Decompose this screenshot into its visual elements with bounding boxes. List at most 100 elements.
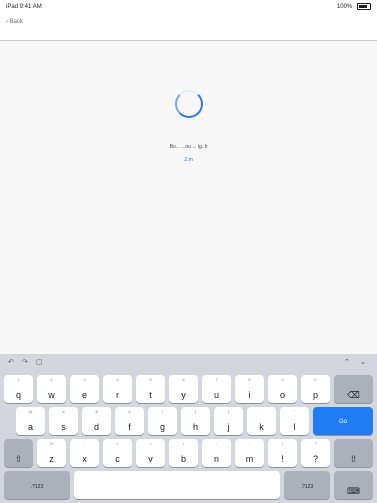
back-button[interactable]: ‹ Back [6,19,23,25]
ipad-screen: iPad 9:41 AM 100% ‹ Back Bu... ...ou ...… [0,0,377,503]
key-hint: = [149,441,152,446]
shift-icon: ⇧ [14,454,23,464]
key-k[interactable]: ' k [247,407,276,435]
key-c[interactable]: + c [103,439,132,467]
key-hint: 4 [116,377,119,382]
key-label: i [248,390,251,400]
key-hint: 9 [281,377,284,382]
key-hint: ? [314,441,317,446]
key-v[interactable]: = v [136,439,165,467]
key-label: f [128,422,131,432]
key-hint: ; [215,441,218,446]
key-p[interactable]: 0 p [301,375,330,403]
key-question[interactable]: ? ? [301,439,330,467]
action-link[interactable]: Z.m [0,157,377,163]
key-hint: & [128,409,131,414]
key-label: n [213,454,219,464]
go-key[interactable]: Go [313,407,373,435]
status-bar: iPad 9:41 AM 100% [0,0,377,14]
shift-icon: ⇧ [349,454,358,464]
key-label: r [116,390,119,400]
key-t[interactable]: 5 t [136,375,165,403]
numbers-label: .?123 [30,484,44,490]
paste-icon[interactable]: ▢ [36,359,43,367]
key-q[interactable]: 1 q [4,375,33,403]
key-f[interactable]: & f [115,407,144,435]
key-e[interactable]: 3 e [70,375,99,403]
key-label: s [61,422,66,432]
numbers-key-right[interactable]: .?123 [284,471,330,499]
delete-key[interactable]: ⌫ [334,375,373,403]
key-label: k [259,422,264,432]
key-hint: " [293,409,296,414]
key-hint: # [62,409,65,414]
key-y[interactable]: 6 y [169,375,198,403]
key-hint: : [248,441,251,446]
key-label: a [27,422,33,432]
key-label: x [82,454,87,464]
navigation-bar: ‹ Back [0,14,377,41]
key-exclamation[interactable]: ! ! [268,439,297,467]
key-label: o [279,390,285,400]
key-hint: 8 [248,377,251,382]
key-hint: 7 [215,377,218,382]
redo-icon[interactable]: ↷ [22,359,28,367]
key-x[interactable]: - x [70,439,99,467]
space-bar[interactable] [74,471,280,499]
key-h[interactable]: ( h [181,407,210,435]
key-hint: ( [194,409,197,414]
key-hint: / [182,441,185,446]
key-label: g [159,422,165,432]
key-g[interactable]: * g [148,407,177,435]
key-hint: ) [227,409,230,414]
key-hint: 1 [17,377,20,382]
key-j[interactable]: ) j [214,407,243,435]
battery-icon [357,2,371,10]
key-label: y [181,390,186,400]
undo-icon[interactable]: ↶ [8,359,14,367]
key-l[interactable]: " l [280,407,309,435]
key-label: e [81,390,87,400]
keyboard-dismiss-icon: ⌨ [347,486,360,496]
key-b[interactable]: / b [169,439,198,467]
battery-percent: 100% [336,4,353,10]
key-hint: 0 [314,377,317,382]
key-i[interactable]: 8 i [235,375,264,403]
key-s[interactable]: # s [49,407,78,435]
key-hint: 3 [83,377,86,382]
key-label: z [49,454,54,464]
key-m[interactable]: : m [235,439,264,467]
key-n[interactable]: ; n [202,439,231,467]
numbers-key-left[interactable]: .?123 [4,471,70,499]
key-o[interactable]: 9 o [268,375,297,403]
key-hint: ! [281,441,284,446]
key-label: j [227,422,230,432]
key-hint: 5 [149,377,152,382]
key-label: m [245,454,254,464]
key-r[interactable]: 4 r [103,375,132,403]
loading-spinner-icon [175,90,203,118]
chevron-down-icon[interactable]: ⌄ [360,359,366,367]
key-label: d [93,422,99,432]
key-label: w [48,390,55,400]
key-hint: $ [95,409,98,414]
dismiss-keyboard-key[interactable]: ⌨ [334,471,373,499]
key-label: u [213,390,219,400]
key-label: h [192,422,198,432]
loading-message: Bu... ...ou ... lg..h [169,144,208,150]
go-label: Go [338,419,347,425]
shift-key-left[interactable]: ⇧ [4,439,33,467]
chevron-up-icon[interactable]: ⌃ [344,359,350,367]
key-z[interactable]: % z [37,439,66,467]
key-hint: ' [261,409,262,414]
status-battery: 100% [337,0,371,14]
key-hint: + [116,441,119,446]
key-u[interactable]: 7 u [202,375,231,403]
main-content: Bu... ...ou ... lg..h Z.m [0,41,377,354]
shift-key-right[interactable]: ⇧ [334,439,373,467]
key-label: v [148,454,153,464]
key-d[interactable]: $ d [82,407,111,435]
key-hint: 6 [182,377,185,382]
key-w[interactable]: 2 w [37,375,66,403]
key-a[interactable]: @ a [16,407,45,435]
